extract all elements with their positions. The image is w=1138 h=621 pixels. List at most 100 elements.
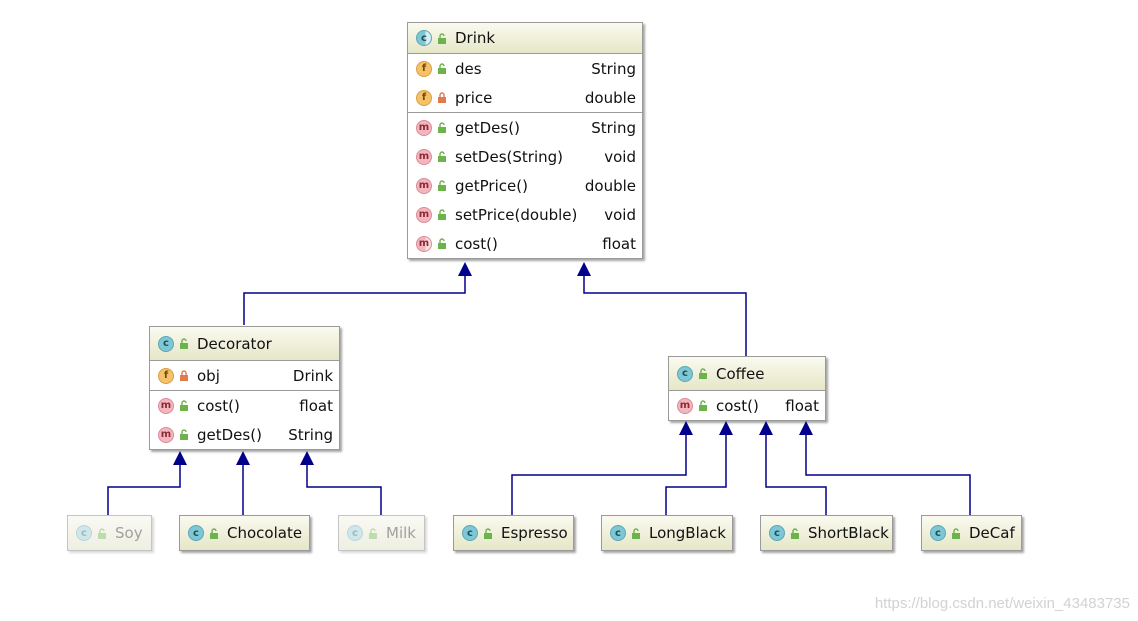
class-header: c Espresso — [454, 516, 573, 550]
public-icon — [209, 527, 219, 539]
arrowhead — [759, 421, 773, 435]
class-header: c Coffee — [669, 357, 825, 391]
method-name: cost() — [716, 396, 759, 415]
method-name: setPrice(double) — [455, 205, 578, 224]
public-icon — [437, 32, 447, 44]
class-shortblack[interactable]: c ShortBlack — [760, 515, 893, 551]
class-icon: c — [158, 335, 174, 352]
class-name: Drink — [455, 29, 496, 47]
class-header: c LongBlack — [602, 516, 732, 550]
class-icon: c — [347, 525, 363, 541]
method-row[interactable]: m getDes() String — [150, 420, 339, 449]
public-icon — [437, 63, 447, 74]
class-icon: c — [610, 525, 626, 541]
method-type: void — [604, 205, 636, 224]
fields-section: f des String f price double — [408, 54, 642, 113]
class-header: c Chocolate — [180, 516, 309, 550]
method-row[interactable]: m getPrice() double — [408, 171, 642, 200]
class-espresso[interactable]: c Espresso — [453, 515, 574, 551]
method-row[interactable]: m setDes(String) void — [408, 142, 642, 171]
field-type: double — [584, 88, 636, 107]
edge-decorator-drink — [243, 270, 466, 325]
method-icon: m — [158, 397, 174, 414]
public-icon — [179, 400, 189, 411]
class-longblack[interactable]: c LongBlack — [601, 515, 733, 551]
field-row[interactable]: f price double — [408, 83, 642, 112]
private-icon — [437, 92, 447, 103]
arrowhead — [173, 451, 187, 465]
methods-section: m cost() float — [669, 391, 825, 420]
arrowhead — [577, 262, 591, 276]
method-icon: m — [416, 119, 432, 136]
public-icon — [437, 209, 447, 220]
field-row[interactable]: f obj Drink — [150, 361, 339, 390]
method-icon: m — [677, 397, 693, 414]
method-row[interactable]: m getDes() String — [408, 113, 642, 142]
method-row[interactable]: m cost() float — [150, 391, 339, 420]
method-row[interactable]: m cost() float — [408, 229, 642, 258]
watermark: https://blog.csdn.net/weixin_43483735 — [874, 595, 1130, 612]
method-type: String — [591, 118, 636, 137]
field-icon: f — [416, 89, 432, 106]
method-name: getPrice() — [455, 176, 528, 195]
class-name: ShortBlack — [808, 524, 889, 542]
class-coffee[interactable]: c Coffee m cost() float — [668, 356, 826, 421]
method-type: float — [299, 396, 333, 415]
class-icon: c — [76, 525, 92, 541]
method-type: double — [584, 176, 636, 195]
class-name: Decorator — [197, 334, 272, 353]
class-name: LongBlack — [649, 524, 726, 542]
class-chocolate[interactable]: c Chocolate — [179, 515, 310, 551]
class-decorator[interactable]: c Decorator f obj Drink m cost() float m… — [149, 326, 340, 450]
abstract-method-icon: m — [416, 235, 432, 252]
method-icon: m — [416, 206, 432, 223]
class-icon: c — [188, 525, 204, 541]
method-name: getDes() — [197, 425, 262, 444]
public-icon — [951, 527, 961, 539]
class-icon: c — [769, 525, 785, 541]
class-icon: c — [930, 525, 946, 541]
public-icon — [368, 527, 378, 539]
method-type: String — [288, 425, 333, 444]
method-icon: m — [416, 177, 432, 194]
method-row[interactable]: m setPrice(double) void — [408, 200, 642, 229]
arrowhead — [679, 421, 693, 435]
public-icon — [97, 527, 107, 539]
class-name: Espresso — [501, 524, 568, 542]
public-icon — [698, 400, 708, 411]
field-name: price — [455, 88, 493, 107]
class-name: Chocolate — [227, 524, 303, 542]
field-row[interactable]: f des String — [408, 54, 642, 83]
field-type: Drink — [292, 366, 333, 385]
field-icon: f — [158, 367, 174, 384]
class-header: c Decorator — [150, 327, 339, 361]
method-row[interactable]: m cost() float — [669, 391, 825, 420]
public-icon — [179, 338, 189, 349]
method-name: cost() — [455, 234, 498, 253]
field-icon: f — [416, 60, 432, 77]
arrowhead — [719, 421, 733, 435]
method-type: float — [602, 234, 636, 253]
class-header: c ShortBlack — [761, 516, 892, 550]
field-name: des — [455, 59, 482, 78]
abstract-class-icon: c — [416, 30, 432, 46]
class-soy[interactable]: c Soy — [67, 515, 152, 551]
class-decaf[interactable]: c DeCaf — [921, 515, 1022, 551]
field-name: obj — [197, 366, 220, 385]
class-icon: c — [462, 525, 478, 541]
public-icon — [698, 368, 708, 379]
public-icon — [179, 429, 189, 440]
class-name: DeCaf — [969, 524, 1015, 542]
arrowhead — [799, 421, 813, 435]
public-icon — [437, 180, 447, 191]
class-name: Milk — [386, 524, 416, 542]
arrowhead — [458, 262, 472, 276]
methods-section: m cost() float m getDes() String — [150, 391, 339, 449]
method-name: setDes(String) — [455, 147, 563, 166]
class-milk[interactable]: c Milk — [338, 515, 425, 551]
class-drink[interactable]: c Drink f des String f price double m ge… — [407, 22, 643, 259]
method-name: getDes() — [455, 118, 520, 137]
private-icon — [179, 370, 189, 381]
method-icon: m — [416, 148, 432, 165]
edge-espresso-coffee — [511, 434, 687, 515]
